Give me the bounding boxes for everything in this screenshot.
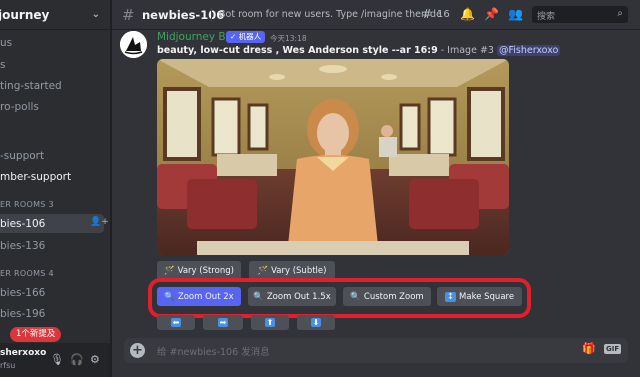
category-header[interactable]: ER ROOMS 3	[0, 200, 54, 209]
settings-gear-icon[interactable]: ⚙	[90, 353, 100, 366]
bot-avatar[interactable]	[120, 31, 147, 58]
message-composer[interactable]: + 给 #newbies-106 发消息 🎁 GIF	[124, 338, 628, 363]
server-header[interactable]: journey ⌄	[0, 0, 110, 30]
server-name: journey	[0, 7, 50, 22]
channel-item-active[interactable]: bies-106	[0, 218, 45, 230]
magic-wand-icon: 🪄	[257, 265, 269, 276]
pin-icon[interactable]: 📌	[484, 7, 499, 21]
channel-item[interactable]: s	[0, 59, 5, 71]
chevron-down-icon: ⌄	[91, 9, 100, 20]
channel-item[interactable]: -support	[0, 150, 44, 162]
mute-microphone-icon[interactable]: 🎙	[50, 353, 64, 366]
topic-divider	[211, 8, 212, 22]
username: sherxoxo	[0, 348, 47, 358]
bot-badge: ✓ 机器人	[226, 31, 266, 43]
magic-wand-icon: 🪄	[164, 265, 175, 276]
user-panel: sherxoxo rfsu 🎙 🎧 ⚙	[0, 343, 110, 377]
thread-count: 16	[437, 9, 450, 20]
hash-icon: #	[122, 6, 135, 24]
channel-item[interactable]: bies-166	[0, 287, 45, 299]
arrow-right-icon: ➡	[217, 318, 229, 327]
channel-item[interactable]: us	[0, 37, 12, 49]
members-icon[interactable]: 👥	[508, 7, 523, 21]
channel-item[interactable]: bies-136	[0, 240, 45, 252]
pan-down-button[interactable]: ⬇	[297, 315, 335, 330]
headphones-icon[interactable]: 🎧	[70, 353, 84, 366]
add-attachment-icon[interactable]: +	[130, 343, 145, 358]
pan-left-button[interactable]: ⬅	[157, 315, 195, 330]
generated-image[interactable]	[157, 59, 509, 255]
arrow-left-icon: ⬅	[170, 318, 182, 327]
search-input[interactable]: 搜索 ⌕	[532, 6, 628, 23]
composer-placeholder: 给 #newbies-106 发消息	[157, 347, 270, 358]
message-author[interactable]: Midjourney Bot	[157, 31, 236, 43]
sidebar-divider	[110, 0, 112, 377]
message-content: beauty, low-cut dress , Wes Anderson sty…	[157, 45, 561, 56]
channel-item[interactable]: bies-196	[0, 308, 45, 320]
category-header[interactable]: ER ROOMS 4	[0, 269, 54, 278]
arrow-down-icon: ⬇	[310, 318, 322, 327]
channel-header: # newbies-106 Bot room for new users. Ty…	[112, 0, 640, 30]
prompt-text: beauty, low-cut dress , Wes Anderson sty…	[157, 45, 438, 56]
search-placeholder: 搜索	[537, 12, 556, 22]
user-status: rfsu	[0, 361, 16, 370]
add-member-icon[interactable]: 👤+	[90, 217, 109, 227]
image-suffix: - Image #3	[437, 45, 497, 56]
channel-sidebar: journey ⌄ us s ting-started ro-polls -su…	[0, 0, 110, 377]
channel-topic[interactable]: Bot room for new users. Type /imagine th…	[219, 9, 441, 20]
bell-icon[interactable]: 🔔	[460, 7, 475, 21]
threads-icon[interactable]: #	[422, 7, 432, 21]
vary-subtle-label: Vary (Subtle)	[271, 265, 327, 276]
new-mention-pill[interactable]: 1个新提及	[10, 327, 62, 342]
pan-up-button[interactable]: ⬆	[251, 315, 289, 330]
search-icon: ⌕	[617, 8, 623, 19]
message-timestamp: 今天13:18	[270, 34, 307, 43]
gift-icon[interactable]: 🎁	[582, 342, 596, 355]
gif-icon[interactable]: GIF	[604, 344, 622, 354]
channel-item[interactable]: ting-started	[0, 80, 62, 92]
annotation-highlight-box	[148, 278, 531, 318]
vary-strong-label: Vary (Strong)	[177, 265, 234, 276]
channel-item[interactable]: ro-polls	[0, 101, 39, 113]
user-mention[interactable]: @Fisherxoxo	[496, 45, 561, 56]
channel-item[interactable]: mber-support	[0, 171, 71, 183]
arrow-up-icon: ⬆	[264, 318, 276, 327]
pan-right-button[interactable]: ➡	[203, 315, 243, 330]
